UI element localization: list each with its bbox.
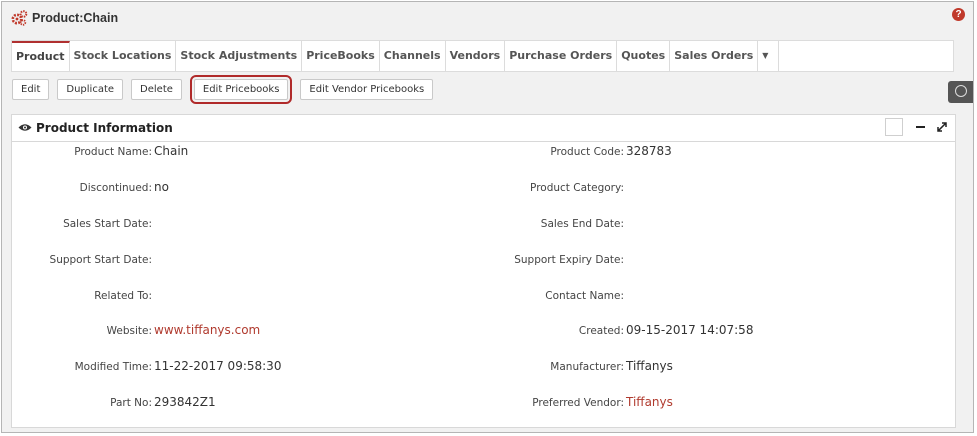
activity-side-tab[interactable] xyxy=(948,81,973,103)
created-value: 09-15-2017 14:07:58 xyxy=(626,323,754,337)
edit-button[interactable]: Edit xyxy=(12,79,50,100)
part-no-value: 293842Z1 xyxy=(154,395,216,409)
field-row: Support Start Date: Support Expiry Date: xyxy=(12,252,957,270)
modified-time-value: 11-22-2017 09:58:30 xyxy=(154,359,282,373)
contact-name-label: Contact Name: xyxy=(545,290,624,302)
tab-stock-adjustments[interactable]: Stock Adjustments xyxy=(176,41,303,71)
preferred-vendor-label: Preferred Vendor: xyxy=(532,397,624,409)
tab-sales-orders[interactable]: Sales Orders xyxy=(670,41,759,71)
minimize-icon[interactable] xyxy=(911,118,929,136)
action-toolbar: Edit Duplicate Delete Edit Pricebooks Ed… xyxy=(12,75,441,104)
gears-icon xyxy=(11,10,28,26)
duplicate-button[interactable]: Duplicate xyxy=(57,79,124,100)
panel-checkbox[interactable] xyxy=(885,118,903,136)
field-row: Related To: Contact Name: xyxy=(12,288,957,306)
product-code-label: Product Code: xyxy=(550,146,624,158)
discontinued-value: no xyxy=(154,180,169,194)
tabs-more-dropdown-icon[interactable]: ▼ xyxy=(758,41,780,71)
product-code-value: 328783 xyxy=(626,144,672,158)
field-row: Website: www.tiffanys.com Created: 09-15… xyxy=(12,323,957,341)
manufacturer-label: Manufacturer: xyxy=(550,361,624,373)
sales-end-date-label: Sales End Date: xyxy=(540,218,624,230)
related-to-label: Related To: xyxy=(94,290,152,302)
panel-header: Product Information xyxy=(12,115,955,142)
tab-channels[interactable]: Channels xyxy=(380,41,446,71)
delete-button[interactable]: Delete xyxy=(131,79,182,100)
product-name-value: Chain xyxy=(154,144,189,158)
product-name-label: Product Name: xyxy=(74,146,152,158)
modified-time-label: Modified Time: xyxy=(74,361,152,373)
tab-purchase-orders[interactable]: Purchase Orders xyxy=(505,41,618,71)
tab-product[interactable]: Product xyxy=(12,41,70,71)
field-row: Sales Start Date: Sales End Date: xyxy=(12,216,957,234)
website-label: Website: xyxy=(106,325,152,337)
edit-vendor-pricebooks-button[interactable]: Edit Vendor Pricebooks xyxy=(300,79,434,100)
product-information-panel: Product Information Product Name: Chain … xyxy=(11,114,956,428)
sales-start-date-label: Sales Start Date: xyxy=(63,218,152,230)
edit-pricebooks-button[interactable]: Edit Pricebooks xyxy=(189,75,293,104)
discontinued-label: Discontinued: xyxy=(79,182,152,194)
clock-icon xyxy=(955,85,967,97)
support-expiry-date-label: Support Expiry Date: xyxy=(514,254,624,266)
tab-bar: Product Stock Locations Stock Adjustment… xyxy=(11,40,954,72)
expand-icon[interactable] xyxy=(933,118,951,136)
product-category-label: Product Category: xyxy=(530,182,624,194)
tab-vendors[interactable]: Vendors xyxy=(446,41,506,71)
tab-stock-locations[interactable]: Stock Locations xyxy=(70,41,177,71)
product-window: Product:Chain ? Product Stock Locations … xyxy=(1,1,974,433)
page-title: Product:Chain xyxy=(32,11,119,25)
preferred-vendor-link[interactable]: Tiffanys xyxy=(626,395,673,409)
created-label: Created: xyxy=(578,325,624,337)
manufacturer-value: Tiffanys xyxy=(626,359,673,373)
panel-title: Product Information xyxy=(36,121,173,135)
tab-quotes[interactable]: Quotes xyxy=(617,41,671,71)
field-row: Product Name: Chain Product Code: 328783 xyxy=(12,144,957,162)
field-row: Part No: 293842Z1 Preferred Vendor: Tiff… xyxy=(12,395,957,413)
tab-pricebooks[interactable]: PriceBooks xyxy=(302,41,380,71)
website-link[interactable]: www.tiffanys.com xyxy=(154,323,260,337)
part-no-label: Part No: xyxy=(110,397,152,409)
eye-icon[interactable] xyxy=(18,123,32,132)
help-icon[interactable]: ? xyxy=(952,8,965,21)
field-row: Discontinued: no Product Category: xyxy=(12,180,957,198)
title-bar: Product:Chain xyxy=(10,8,118,28)
support-start-date-label: Support Start Date: xyxy=(49,254,152,266)
field-row: Modified Time: 11-22-2017 09:58:30 Manuf… xyxy=(12,359,957,377)
